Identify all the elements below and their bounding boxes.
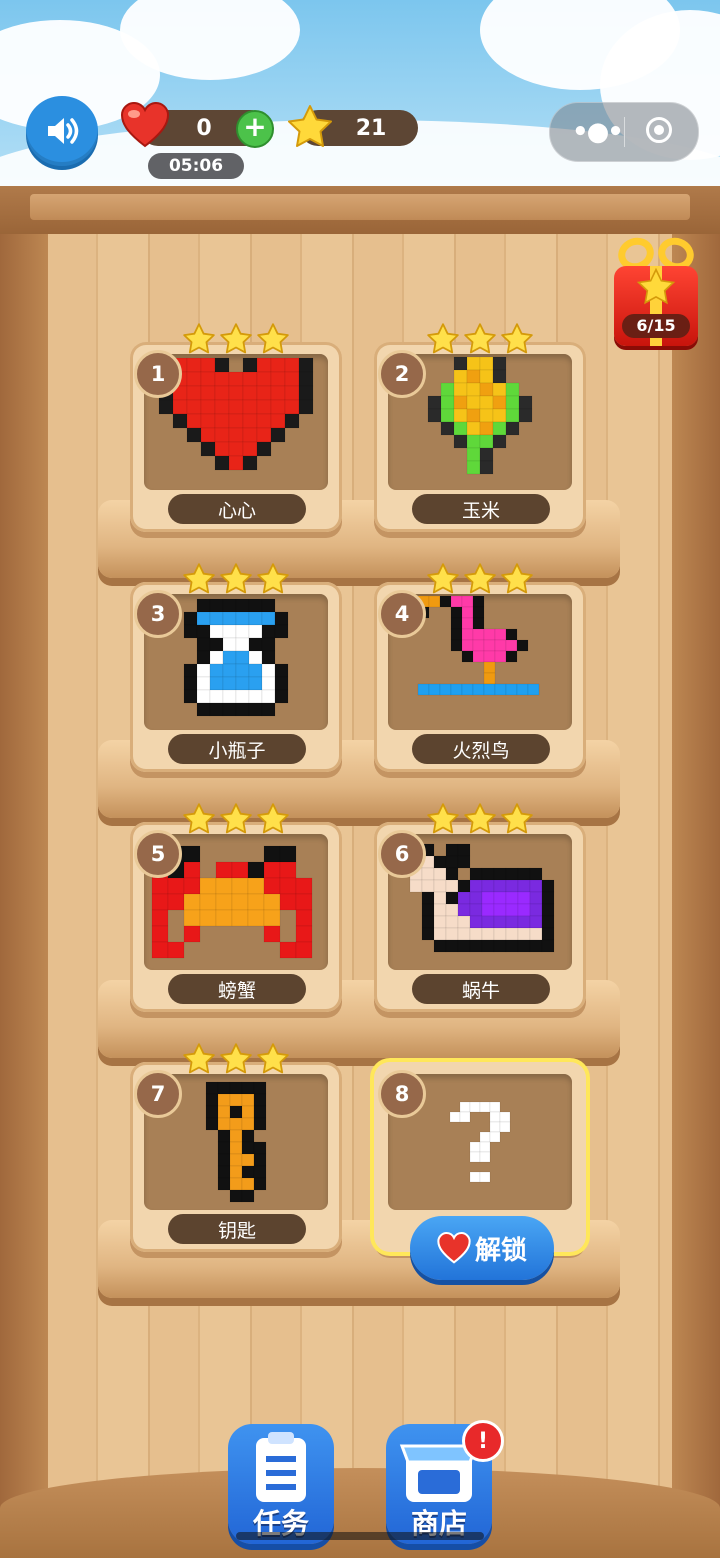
clipboard-icon (256, 1432, 306, 1502)
level-number: 6 (378, 830, 426, 878)
add-lives-button[interactable]: + (236, 110, 274, 148)
gift-reward-button[interactable]: 6/15 (610, 232, 702, 348)
star-icon (500, 322, 534, 362)
star-icon (256, 802, 290, 842)
star-icon (219, 1042, 253, 1082)
wood-frame-left (0, 234, 48, 1558)
level-card-4[interactable]: 4 火烈鸟 (374, 563, 586, 772)
heart-icon (120, 102, 170, 148)
more-dots-icon[interactable]: •●• (572, 117, 624, 147)
star-rating (426, 562, 534, 602)
lives-value: 0 (196, 115, 212, 141)
star-icon (256, 1042, 290, 1082)
level-name: 心心 (168, 494, 306, 524)
top-bar: 0 + 21 05:06 •●• (0, 0, 720, 190)
wood-frame-right (672, 234, 720, 1558)
star-icon (426, 322, 460, 362)
star-icon (182, 322, 216, 362)
level-name: 蜗牛 (412, 974, 550, 1004)
unlock-label: 解锁 (474, 1235, 527, 1266)
level-name: 火烈鸟 (412, 734, 550, 764)
star-rating (182, 1042, 290, 1082)
level-card-7[interactable]: 7 钥匙 (130, 1043, 342, 1252)
level-card-3[interactable]: 3 小瓶子 (130, 563, 342, 772)
heart-icon (437, 1232, 471, 1264)
star-icon (219, 322, 253, 362)
capsule-divider (624, 117, 625, 147)
star-icon (500, 802, 534, 842)
star-icon (426, 562, 460, 602)
star-rating (426, 802, 534, 842)
star-rating (182, 562, 290, 602)
speaker-icon (48, 118, 79, 144)
star-icon (288, 105, 332, 147)
tasks-button[interactable]: 任务 (228, 1424, 334, 1544)
level-name: 钥匙 (168, 1214, 306, 1244)
star-icon (219, 802, 253, 842)
star-icon (182, 1042, 216, 1082)
star-icon (182, 562, 216, 602)
level-card-5[interactable]: 5 螃蟹 (130, 803, 342, 1012)
level-number: 5 (134, 830, 182, 878)
star-icon (219, 562, 253, 602)
star-icon (463, 322, 497, 362)
level-number: 1 (134, 350, 182, 398)
level-name: 小瓶子 (168, 734, 306, 764)
star-rating (182, 322, 290, 362)
star-icon (426, 802, 460, 842)
star-icon (256, 322, 290, 362)
mini-program-capsule: •●• (549, 102, 699, 162)
star-icon (463, 802, 497, 842)
wood-frame-top (0, 186, 720, 238)
lives-timer: 05:06 (148, 153, 244, 179)
level-card-2[interactable]: 2 玉米 (374, 323, 586, 532)
gift-progress: 6/15 (622, 314, 690, 338)
level-name: 螃蟹 (168, 974, 306, 1004)
target-circle-icon[interactable] (646, 117, 672, 143)
stars-value: 21 (355, 115, 387, 141)
level-card-6[interactable]: 6 蜗牛 (374, 803, 586, 1012)
star-icon (256, 562, 290, 602)
level-name: 玉米 (412, 494, 550, 524)
level-number: 8 (378, 1070, 426, 1118)
wood-floor (0, 1468, 720, 1558)
home-indicator (236, 1532, 484, 1540)
star-icon (463, 562, 497, 602)
level-number: 7 (134, 1070, 182, 1118)
level-number: 2 (378, 350, 426, 398)
star-icon (182, 802, 216, 842)
unlock-button[interactable]: 解锁 (410, 1216, 554, 1280)
star-icon (636, 268, 676, 305)
sound-button[interactable] (26, 96, 98, 166)
notification-badge: ! (462, 1420, 504, 1462)
star-icon (500, 562, 534, 602)
level-card-1[interactable]: 1 心心 (130, 323, 342, 532)
level-number: 4 (378, 590, 426, 638)
star-rating (182, 802, 290, 842)
level-number: 3 (134, 590, 182, 638)
star-rating (426, 322, 534, 362)
